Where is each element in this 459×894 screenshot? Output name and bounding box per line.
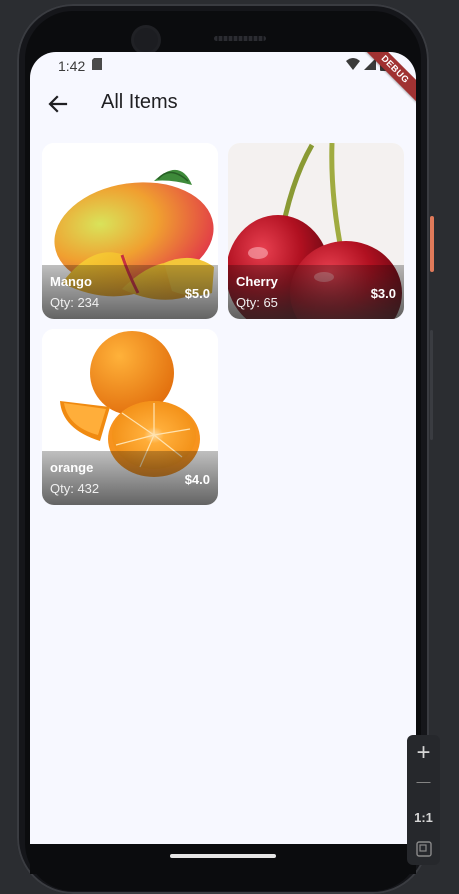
item-price: $5.0 [184, 286, 210, 301]
app-bar: All Items [30, 78, 416, 128]
fit-screen-icon[interactable] [416, 841, 432, 857]
item-card-cherry[interactable]: Cherry Qty: 65 $3.0 [228, 143, 404, 319]
item-name: orange [50, 460, 94, 475]
wifi-icon [346, 58, 360, 70]
power-button [430, 216, 434, 272]
sd-card-icon [92, 58, 102, 70]
app-screen: 1:42 DEBUG All Items Mango Qty: 234 $5.0… [30, 52, 416, 844]
item-qty: Qty: 432 [50, 481, 100, 496]
home-indicator[interactable] [170, 854, 276, 858]
item-price: $4.0 [184, 472, 210, 487]
item-card-orange[interactable]: orange Qty: 432 $4.0 [42, 329, 218, 505]
back-arrow-icon[interactable] [44, 90, 72, 118]
earpiece-speaker [214, 36, 266, 41]
status-bar: 1:42 [30, 52, 416, 78]
zoom-out-button[interactable]: — [407, 773, 440, 789]
system-nav-bar [30, 844, 416, 874]
item-qty: Qty: 65 [236, 295, 278, 310]
item-qty: Qty: 234 [50, 295, 100, 310]
item-name: Mango [50, 274, 92, 289]
actual-size-button[interactable]: 1:1 [407, 810, 440, 825]
page-title: All Items [101, 91, 178, 113]
volume-button [430, 330, 433, 440]
front-camera [134, 28, 158, 52]
item-card-mango[interactable]: Mango Qty: 234 $5.0 [42, 143, 218, 319]
item-price: $3.0 [370, 286, 396, 301]
item-name: Cherry [236, 274, 278, 289]
status-time: 1:42 [58, 58, 86, 74]
zoom-in-button[interactable]: + [407, 739, 440, 767]
emulator-zoom-panel: + — 1:1 [407, 735, 440, 865]
